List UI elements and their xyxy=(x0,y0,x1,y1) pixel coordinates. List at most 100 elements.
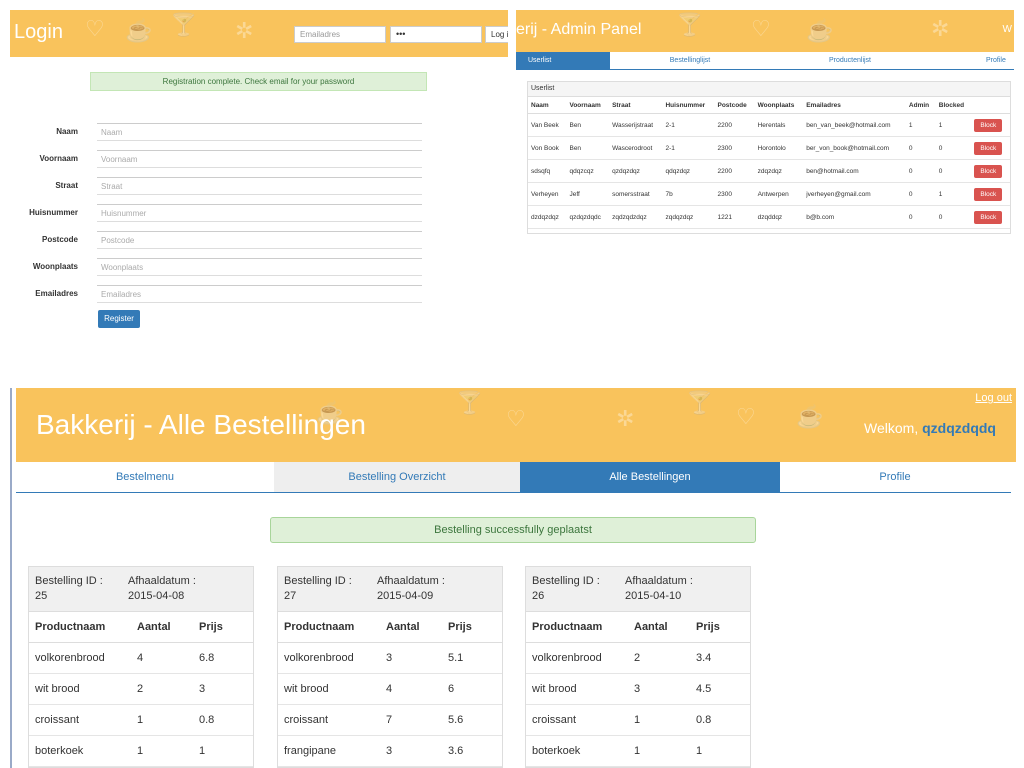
tab-bestelling-overzicht[interactable]: Bestelling Overzicht xyxy=(274,462,520,492)
tab-profile[interactable]: Profile xyxy=(930,52,1014,69)
admin-banner: 🍸 ♡ ☕ ✲ erij - Admin Panel W xyxy=(516,10,1014,52)
column-header-price: Prijs xyxy=(442,612,502,643)
table-cell: 4 xyxy=(131,642,193,674)
order-id-label: Bestelling ID : xyxy=(35,575,103,587)
login-panel: ♡ ☕ 🍸 ✲ Login Emailadres ••• Log i Regis… xyxy=(10,10,508,370)
table-cell: zdqzdqz xyxy=(754,159,804,183)
order-id-value: 27 xyxy=(284,590,297,602)
field-input[interactable]: Woonplaats xyxy=(97,258,422,276)
cake-decoration-icon: ☕ xyxy=(796,404,824,429)
column-header: Admin xyxy=(905,97,936,114)
order-card: Bestelling ID : 27 Afhaaldatum : 2015-04-09… xyxy=(277,566,503,768)
table-row: frangipane 3 3.6 xyxy=(278,735,502,767)
field-input[interactable]: Postcode xyxy=(97,231,422,249)
tab-profile[interactable]: Profile xyxy=(780,462,1010,492)
form-row: Voornaam Voornaam xyxy=(10,150,508,176)
table-cell: jverheyen@gmail.com xyxy=(803,182,906,206)
table-cell: frangipane xyxy=(278,735,380,767)
table-cell: 5.1 xyxy=(442,642,502,674)
order-id-label: Bestelling ID : xyxy=(532,575,600,587)
tab-productenlijst[interactable]: Productenlijst xyxy=(770,52,930,69)
tab-bestelmenu[interactable]: Bestelmenu xyxy=(16,462,274,492)
table-row: Verheyen Jeff somersstraat 7b 2300 Antwerpen j… xyxy=(528,182,1010,206)
field-input[interactable]: Emailadres xyxy=(97,285,422,303)
table-cell: Herentals xyxy=(754,113,804,137)
username-link[interactable]: qzdqzdqdq xyxy=(922,420,996,436)
field-label: Voornaam xyxy=(39,154,78,163)
table-cell: 1 xyxy=(935,113,972,137)
block-button[interactable]: Block xyxy=(974,164,1003,178)
table-row: boterkoek 1 1 xyxy=(29,735,253,767)
table-cell: 1 xyxy=(628,704,690,736)
column-header: Woonplaats xyxy=(754,97,804,114)
order-table: Productnaam Aantal Prijs volkorenbrood 2 3.4 w… xyxy=(526,612,750,767)
order-date-label: Afhaaldatum : xyxy=(377,575,445,587)
table-cell: 3.4 xyxy=(690,642,750,674)
main-nav: Bestelmenu Bestelling Overzicht Alle Bes… xyxy=(16,462,1011,493)
page-title: Login xyxy=(14,21,63,43)
table-cell: 2300 xyxy=(714,182,755,206)
column-header: Emailadres xyxy=(803,97,906,114)
table-cell: Ben xyxy=(566,136,610,160)
table-cell-action: Block xyxy=(971,113,1010,137)
table-cell: ben_van_beek@hotmail.com xyxy=(803,113,906,137)
register-button[interactable]: Register xyxy=(98,310,140,328)
table-cell: wit brood xyxy=(29,673,131,705)
logout-link[interactable]: Log out xyxy=(975,392,1012,404)
table-cell-action: Block xyxy=(971,205,1010,229)
column-header: Straat xyxy=(609,97,663,114)
column-header: Voornaam xyxy=(566,97,610,114)
field-input[interactable]: Voornaam xyxy=(97,150,422,168)
form-row: Straat Straat xyxy=(10,177,508,203)
userlist-heading: Userlist xyxy=(528,82,1010,97)
order-date-label: Afhaaldatum : xyxy=(128,575,196,587)
table-cell: dzqddqz xyxy=(754,205,804,229)
field-input[interactable]: Naam xyxy=(97,123,422,141)
column-header-action xyxy=(971,97,1010,114)
heart-decoration-icon: ♡ xyxy=(506,406,526,431)
table-cell: croissant xyxy=(526,704,628,736)
table-cell: 2300 xyxy=(714,136,755,160)
table-cell: 1 xyxy=(628,735,690,767)
field-label: Woonplaats xyxy=(32,262,78,271)
table-cell: 4.5 xyxy=(690,673,750,705)
table-cell: 7 xyxy=(380,704,442,736)
table-cell: 1 xyxy=(905,113,936,137)
table-cell: 0 xyxy=(935,136,972,160)
block-button[interactable]: Block xyxy=(974,210,1003,224)
table-cell: volkorenbrood xyxy=(526,642,628,674)
login-button[interactable]: Log i xyxy=(485,26,508,43)
column-header-price: Prijs xyxy=(193,612,253,643)
block-button[interactable]: Block xyxy=(974,118,1003,132)
password-input[interactable]: ••• xyxy=(390,26,482,43)
table-cell: qdqzdqz xyxy=(662,159,715,183)
welcome-text: Welkom, qzdqzdqdq xyxy=(864,420,996,436)
cocktail-decoration-icon: 🍸 xyxy=(676,12,704,37)
email-input[interactable]: Emailadres xyxy=(294,26,386,43)
block-button[interactable]: Block xyxy=(974,187,1003,201)
column-header-amount: Aantal xyxy=(628,612,690,643)
field-input[interactable]: Straat xyxy=(97,177,422,195)
order-date-value: 2015-04-10 xyxy=(625,590,682,602)
tab-alle-bestellingen[interactable]: Alle Bestellingen xyxy=(520,462,780,492)
table-cell: volkorenbrood xyxy=(29,642,131,674)
cake-decoration-icon: ☕ xyxy=(806,18,834,43)
cocktail-decoration-icon: 🍸 xyxy=(456,390,484,415)
table-cell: qzdqzdqz xyxy=(609,159,663,183)
order-card: Bestelling ID : 25 Afhaaldatum : 2015-04-08… xyxy=(28,566,254,768)
table-cell-action: Block xyxy=(971,159,1010,183)
table-row: sdsqfq qdqzcqz qzdqzdqz qdqzdqz 2200 zdqzdqz b… xyxy=(528,159,1010,183)
table-cell: 4 xyxy=(380,673,442,705)
order-header: Bestelling ID : 26 Afhaaldatum : 2015-04-10 xyxy=(526,567,750,612)
field-input[interactable]: Huisnummer xyxy=(97,204,422,222)
tab-bestellinglijst[interactable]: Bestellinglijst xyxy=(610,52,770,69)
tab-userlist[interactable]: Userlist xyxy=(516,52,610,69)
table-row: Van Beek Ben Wasserijstraat 2-1 2200 Herental… xyxy=(528,113,1010,137)
column-header: Blocked xyxy=(935,97,972,114)
table-cell: 0.8 xyxy=(690,704,750,736)
cocktail-decoration-icon: 🍸 xyxy=(686,390,714,415)
table-cell: Jeff xyxy=(566,182,610,206)
cake-decoration-icon: ☕ xyxy=(125,18,153,43)
order-id-block: Bestelling ID : 25 xyxy=(35,574,103,604)
block-button[interactable]: Block xyxy=(974,141,1003,155)
